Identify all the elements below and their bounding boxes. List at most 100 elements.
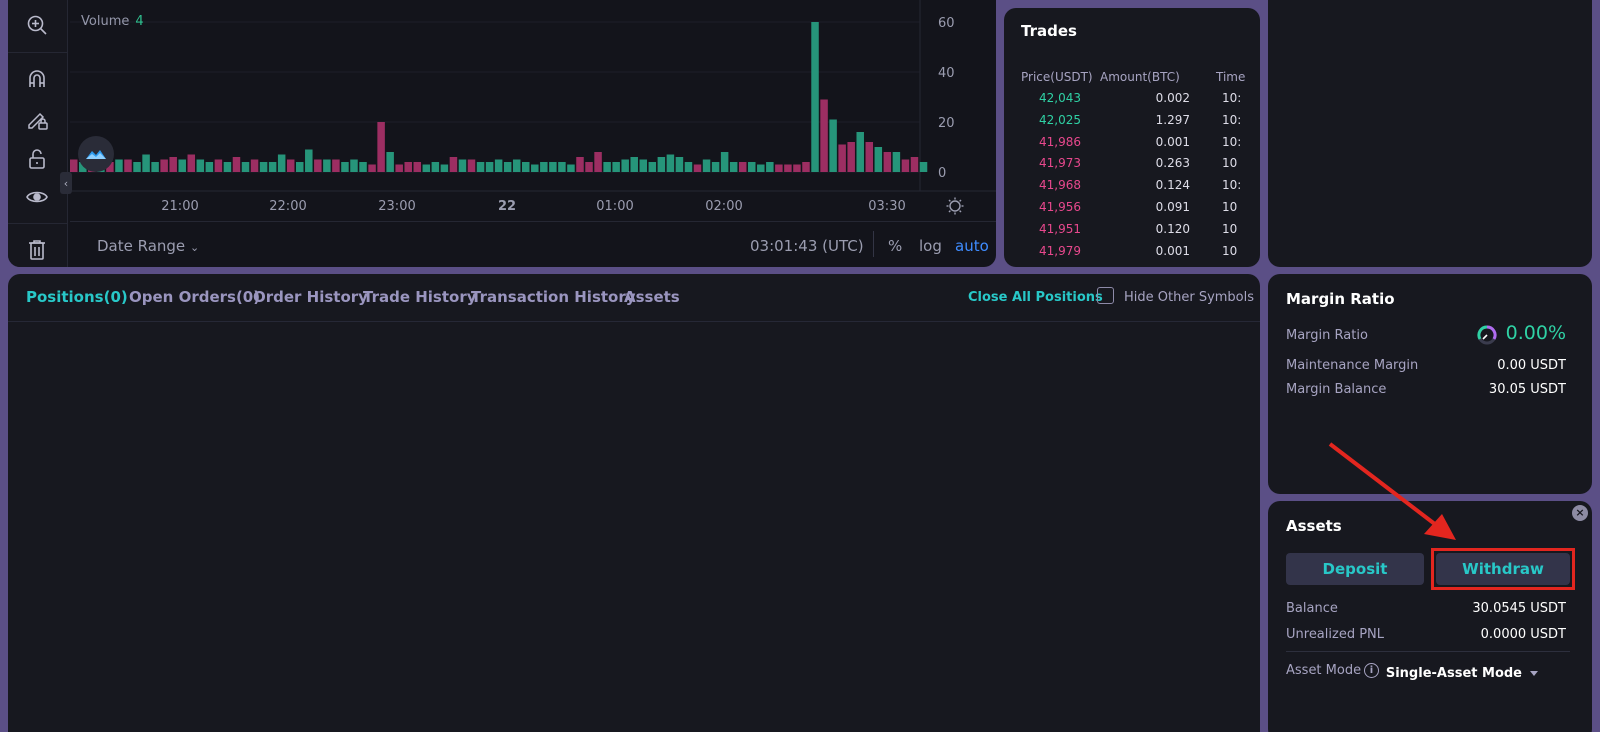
- volume-bar: [467, 159, 476, 172]
- settings-gear-tooth: [959, 210, 962, 213]
- volume-bar: [702, 159, 711, 172]
- volume-bar: [657, 157, 666, 172]
- volume-bar: [160, 159, 168, 172]
- auto-scale-toggle[interactable]: auto: [955, 237, 989, 255]
- eye-icon[interactable]: [22, 182, 52, 212]
- trade-price: 41,979: [1039, 243, 1081, 258]
- trade-price: 41,956: [1039, 200, 1081, 214]
- volume-bar: [332, 159, 340, 172]
- time-column-header: Time: [1216, 70, 1246, 84]
- settings-gear-tooth: [959, 199, 962, 202]
- volume-bar: [711, 162, 720, 172]
- volume-bar: [485, 162, 494, 172]
- volume-bar: [856, 132, 864, 172]
- volume-bar: [883, 152, 892, 172]
- chart-panel: ‹ 60 40 20 0 21:00 22:00 23:00 22 01:00 02:00 03:3…: [8, 0, 996, 267]
- magnet-icon[interactable]: [22, 64, 52, 94]
- tab-open-orders[interactable]: Open Orders(0): [129, 288, 260, 306]
- settings-gear-tooth: [948, 199, 951, 202]
- trade-time: 10:: [1222, 178, 1242, 193]
- tab-assets[interactable]: Assets: [624, 288, 680, 306]
- volume-bar: [748, 162, 756, 172]
- y-tick-label: 20: [938, 116, 955, 131]
- volume-bar: [124, 159, 132, 172]
- volume-bar: [268, 162, 277, 172]
- trash-icon[interactable]: [22, 234, 52, 264]
- volume-bar: [585, 162, 593, 172]
- trade-time: 10:: [1222, 134, 1242, 149]
- volume-bar: [422, 164, 431, 172]
- trade-row: 42,025 1.297 10:: [1004, 113, 1260, 135]
- margin-balance-label: Margin Balance: [1286, 382, 1387, 397]
- hide-other-symbols-checkbox[interactable]: [1097, 287, 1114, 304]
- volume-bar: [675, 157, 684, 172]
- volume-bar: [305, 149, 313, 172]
- drawing-toolbar: [8, 0, 68, 267]
- order-book-panel: [1268, 0, 1592, 267]
- tab-transaction-history[interactable]: Transaction History: [471, 288, 636, 306]
- unlock-icon[interactable]: [22, 144, 52, 174]
- volume-bar: [811, 22, 819, 172]
- volume-bar: [232, 157, 241, 172]
- volume-bar: [802, 162, 810, 172]
- volume-bar: [70, 159, 78, 172]
- log-scale-toggle[interactable]: log: [919, 237, 942, 255]
- maintenance-margin-value: 0.00 USDT: [1497, 358, 1566, 373]
- volume-bar: [431, 162, 440, 172]
- utc-clock[interactable]: 03:01:43 (UTC): [750, 237, 864, 255]
- volume-bar: [630, 157, 638, 172]
- chevron-down-icon: ⌄: [189, 241, 200, 254]
- volume-bar: [820, 99, 828, 172]
- tab-order-history[interactable]: Order History: [253, 288, 368, 306]
- tab-trade-history[interactable]: Trade History: [363, 288, 477, 306]
- volume-bar: [314, 159, 322, 172]
- volume-bar: [359, 162, 367, 172]
- volume-bar: [847, 142, 855, 172]
- unrealized-pnl-value: 0.0000 USDT: [1480, 627, 1566, 642]
- margin-ratio-value: 0.00%: [1505, 322, 1566, 344]
- asset-mode-dropdown[interactable]: Single-Asset Mode: [1386, 666, 1522, 681]
- volume-bar: [693, 164, 702, 172]
- volume-bar: [142, 154, 150, 172]
- settings-gear-tooth: [948, 210, 951, 213]
- volume-bar: [865, 142, 874, 172]
- volume-label: Volume: [81, 14, 130, 29]
- volume-bar: [350, 159, 358, 172]
- lock-drawing-icon[interactable]: [22, 104, 52, 134]
- trade-time: 10: [1222, 243, 1238, 258]
- chart-bottom-bar: Date Range ⌄ 03:01:43 (UTC) % log auto: [70, 221, 996, 267]
- trade-amount: 0.124: [1155, 178, 1190, 193]
- volume-bar: [323, 159, 331, 172]
- caret-down-icon[interactable]: [1530, 671, 1538, 676]
- volume-bar: [829, 119, 837, 172]
- tradingview-logo-icon[interactable]: [78, 136, 114, 172]
- chevron-left-icon: ‹: [63, 176, 69, 190]
- balance-value: 30.0545 USDT: [1472, 601, 1566, 616]
- close-all-positions-button[interactable]: Close All Positions: [968, 290, 1103, 305]
- volume-bar: [413, 162, 422, 172]
- trade-time: 10: [1222, 200, 1238, 214]
- margin-balance-value: 30.05 USDT: [1488, 382, 1566, 397]
- volume-legend: Volume 4: [81, 14, 144, 29]
- trade-price: 42,043: [1039, 91, 1081, 105]
- percent-scale-toggle[interactable]: %: [888, 237, 902, 255]
- info-icon[interactable]: i: [1364, 663, 1379, 678]
- volume-bar: [241, 162, 250, 172]
- zoom-in-icon[interactable]: [22, 10, 52, 40]
- trades-title: Trades: [1021, 22, 1077, 40]
- volume-bar: [576, 157, 584, 172]
- x-tick-label: 22:00: [269, 199, 306, 214]
- volume-bar: [522, 162, 530, 172]
- tab-positions[interactable]: Positions(0): [26, 288, 128, 306]
- volume-bar: [250, 159, 259, 172]
- trades-panel: Trades Price(USDT) Amount(BTC) Time 42,0…: [1004, 8, 1260, 267]
- volume-bar: [377, 122, 385, 172]
- volume-bar: [784, 164, 792, 172]
- volume-bar: [621, 159, 629, 172]
- trade-row: 41,986 0.001 10:: [1004, 135, 1260, 157]
- volume-bar: [286, 159, 295, 172]
- trade-time: 10:: [1222, 112, 1242, 127]
- asset-mode-label: Asset Mode: [1286, 663, 1362, 678]
- close-icon[interactable]: ×: [1572, 505, 1588, 521]
- date-range-dropdown[interactable]: Date Range ⌄: [97, 237, 199, 255]
